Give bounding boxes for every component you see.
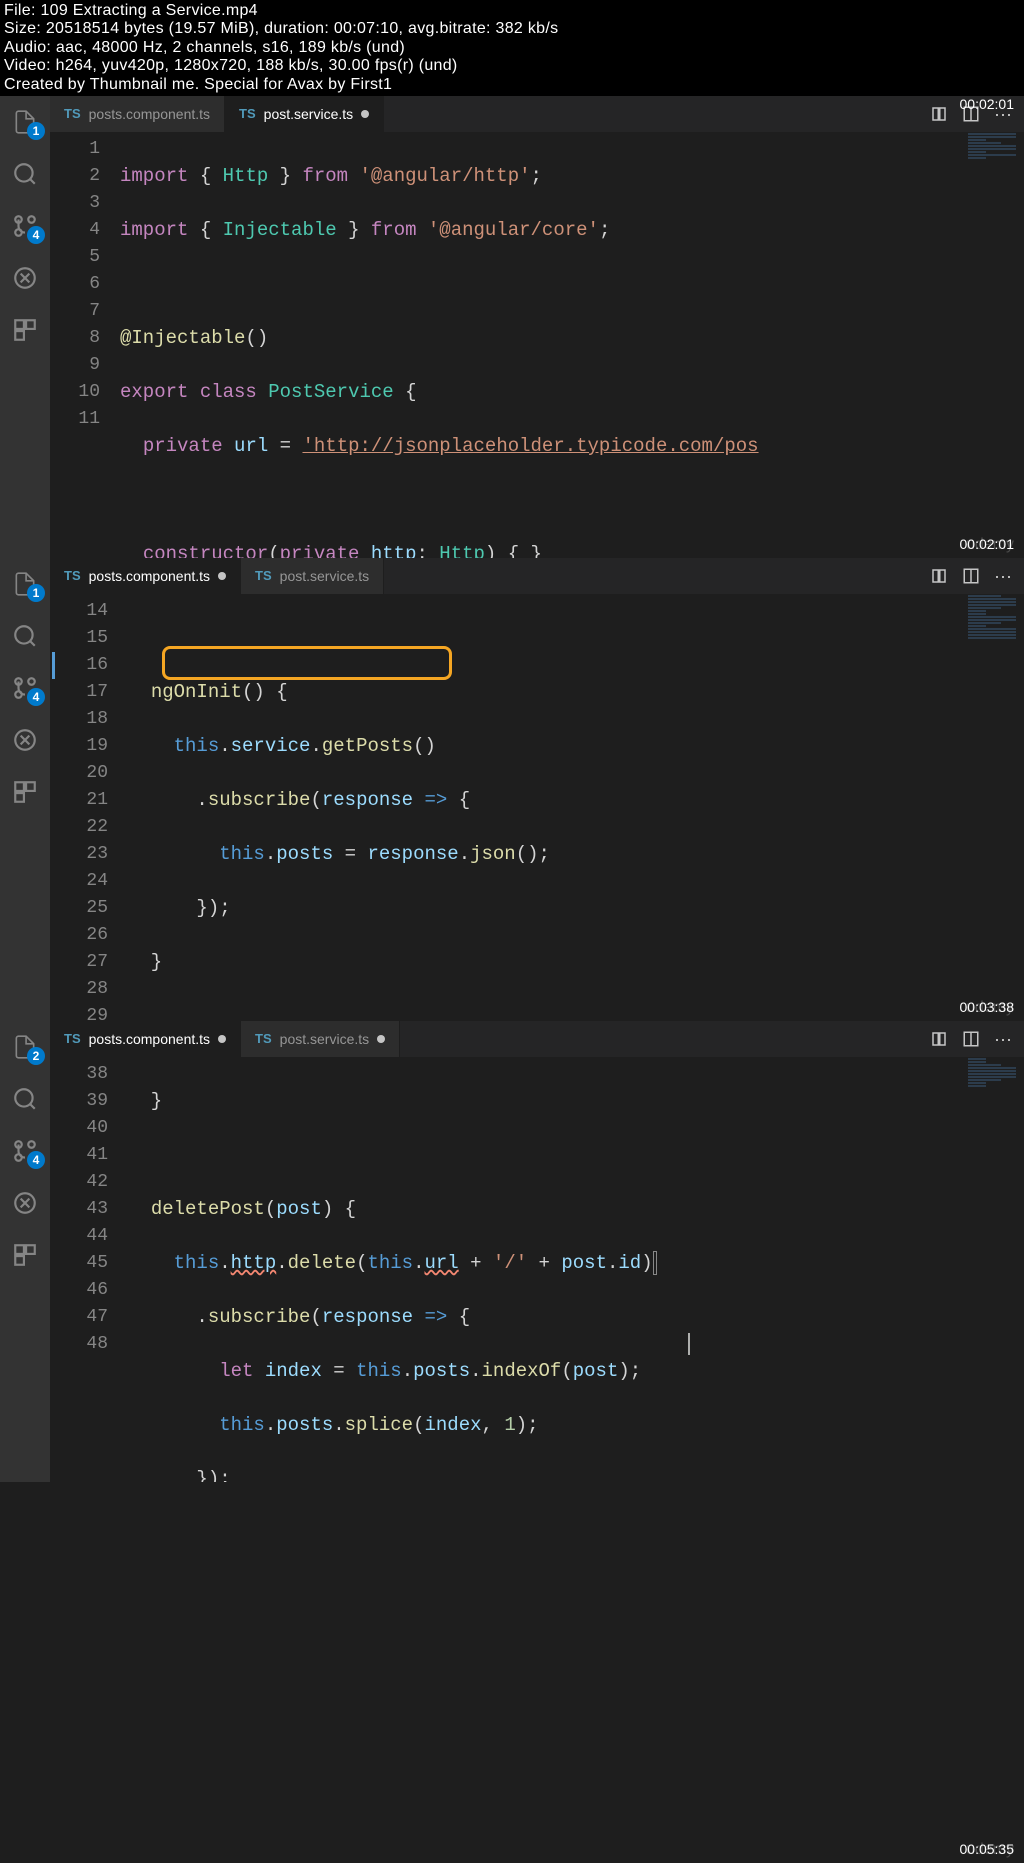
code-container: 1234567891011 import { Http } from '@ang… [50, 132, 1024, 558]
code-container: 14151617181920212223242526272829 ngOnIni… [50, 594, 1024, 1021]
frame-3: 2 4 TS posts.component.ts TS post.servic… [0, 1021, 1024, 1482]
dirty-indicator-icon [377, 1035, 385, 1043]
frame-2: 1 4 TS posts.component.ts TS post.servic… [0, 558, 1024, 1021]
ts-icon: TS [64, 1031, 81, 1046]
explorer-icon[interactable]: 1 [11, 570, 39, 598]
code-content[interactable]: ngOnInit() { this.service.getPosts() .su… [128, 594, 964, 1021]
split-editor-icon[interactable] [962, 567, 980, 585]
line-gutter: 14151617181920212223242526272829 [50, 594, 128, 1021]
ts-icon: TS [64, 106, 81, 121]
tab-posts-component[interactable]: TS posts.component.ts [50, 1021, 241, 1057]
timestamp-3: 00:05:35 [960, 1841, 1015, 1857]
explorer-icon[interactable]: 1 [11, 108, 39, 136]
tab-post-service[interactable]: TS post.service.ts [241, 1021, 400, 1057]
tab-actions: ⋯ [930, 558, 1024, 594]
scm-badge: 4 [27, 226, 45, 244]
line-gutter: 1234567891011 [50, 132, 120, 558]
timestamp-2: 00:03:38 [960, 999, 1015, 1015]
extensions-icon[interactable] [11, 778, 39, 806]
scm-icon[interactable]: 4 [11, 212, 39, 240]
video-metadata: File: 109 Extracting a Service.mp4 Size:… [0, 0, 1024, 96]
tab-label: post.service.ts [280, 568, 369, 584]
tab-post-service[interactable]: TS post.service.ts [241, 558, 384, 594]
frame-1: 1 4 TS posts.component.ts TS post.servic… [0, 96, 1024, 558]
explorer-icon[interactable]: 2 [11, 1033, 39, 1061]
compare-icon[interactable] [930, 567, 948, 585]
editor-area: TS posts.component.ts TS post.service.ts… [50, 96, 1024, 558]
dirty-indicator-icon [218, 572, 226, 580]
explorer-badge: 1 [27, 584, 45, 602]
dirty-indicator-icon [218, 1035, 226, 1043]
tab-label: posts.component.ts [89, 106, 210, 122]
tab-bar: TS posts.component.ts TS post.service.ts… [50, 558, 1024, 594]
tab-label: posts.component.ts [89, 568, 210, 584]
code-content[interactable]: } deletePost(post) { this.http.delete(th… [128, 1057, 964, 1482]
text-cursor-icon [688, 1333, 690, 1355]
scm-icon[interactable]: 4 [11, 1137, 39, 1165]
search-icon[interactable] [11, 1085, 39, 1113]
more-icon[interactable]: ⋯ [994, 1030, 1012, 1048]
ts-icon: TS [239, 106, 256, 121]
timestamp-1: 00:02:01 [960, 536, 1015, 552]
minimap[interactable] [964, 594, 1024, 1021]
minimap[interactable] [964, 1057, 1024, 1482]
explorer-badge: 2 [27, 1047, 45, 1065]
debug-icon[interactable] [11, 264, 39, 292]
scm-badge: 4 [27, 688, 45, 706]
ts-icon: TS [64, 568, 81, 583]
code-container: 3839404142434445464748 } deletePost(post… [50, 1057, 1024, 1482]
compare-icon[interactable] [930, 1030, 948, 1048]
tab-actions: ⋯ [930, 1021, 1024, 1057]
tab-label: post.service.ts [280, 1031, 369, 1047]
timestamp: 00:02:01 [960, 96, 1015, 112]
extensions-icon[interactable] [11, 316, 39, 344]
minimap[interactable] [964, 132, 1024, 558]
scm-badge: 4 [27, 1151, 45, 1169]
split-editor-icon[interactable] [962, 1030, 980, 1048]
explorer-badge: 1 [27, 122, 45, 140]
extensions-icon[interactable] [11, 1241, 39, 1269]
tab-posts-component[interactable]: TS posts.component.ts [50, 96, 225, 132]
search-icon[interactable] [11, 622, 39, 650]
activity-bar: 2 4 [0, 1021, 50, 1482]
more-icon[interactable]: ⋯ [994, 567, 1012, 585]
tab-posts-component[interactable]: TS posts.component.ts [50, 558, 241, 594]
tab-bar: TS posts.component.ts TS post.service.ts… [50, 1021, 1024, 1057]
tab-label: post.service.ts [264, 106, 353, 122]
tab-label: posts.component.ts [89, 1031, 210, 1047]
search-icon[interactable] [11, 160, 39, 188]
code-content[interactable]: import { Http } from '@angular/http'; im… [120, 132, 964, 558]
scm-icon[interactable]: 4 [11, 674, 39, 702]
highlight-box [162, 646, 452, 680]
ts-icon: TS [255, 1031, 272, 1046]
editor-area: TS posts.component.ts TS post.service.ts… [50, 1021, 1024, 1482]
activity-bar: 1 4 [0, 96, 50, 558]
compare-icon[interactable] [930, 105, 948, 123]
ts-icon: TS [255, 568, 272, 583]
tab-bar: TS posts.component.ts TS post.service.ts… [50, 96, 1024, 132]
tab-post-service[interactable]: TS post.service.ts [225, 96, 384, 132]
debug-icon[interactable] [11, 726, 39, 754]
bottom-area: udemy 00:05:35 [0, 1482, 1024, 1863]
debug-icon[interactable] [11, 1189, 39, 1217]
line-gutter: 3839404142434445464748 [50, 1057, 128, 1482]
editor-area: TS posts.component.ts TS post.service.ts… [50, 558, 1024, 1021]
activity-bar: 1 4 [0, 558, 50, 1021]
dirty-indicator-icon [361, 110, 369, 118]
